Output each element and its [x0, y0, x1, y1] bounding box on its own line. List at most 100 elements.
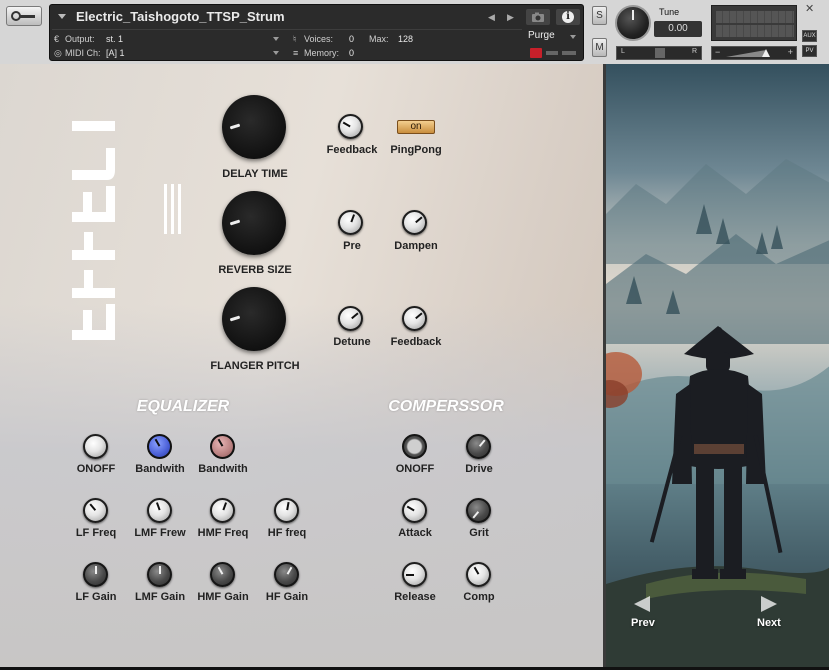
volume-slider[interactable]: − +: [711, 46, 797, 60]
delay-time-knob[interactable]: [222, 95, 286, 159]
eq-hf-freq-knob[interactable]: [274, 498, 299, 523]
next-instrument-icon[interactable]: ▶: [507, 12, 514, 23]
eq-bandwith-2-indicator: [217, 438, 224, 447]
flanger-pitch-knob[interactable]: [222, 287, 286, 351]
comp-onoff-knob[interactable]: [402, 434, 427, 459]
flanger-pitch-indicator: [229, 315, 241, 322]
instrument-header: Electric_Taishogoto_TTSP_Strum ◀ ▶ i € O…: [0, 0, 829, 64]
eq-lmf-freq-knob[interactable]: [147, 498, 172, 523]
comp-attack-indicator: [406, 505, 415, 512]
tune-value[interactable]: 0.00: [654, 21, 702, 37]
purge-indicator: [528, 47, 580, 59]
eq-lf-gain-indicator: [95, 566, 97, 574]
voices-value: 0: [349, 34, 355, 44]
comp-drive-knob[interactable]: [466, 434, 491, 459]
comp-comp-knob[interactable]: [466, 562, 491, 587]
purge-red-icon: [530, 48, 542, 58]
eq-hmf-gain-knob[interactable]: [210, 562, 235, 587]
samurai-artwork-icon: [606, 159, 829, 667]
eq-onoff-label: ONOFF: [76, 463, 116, 475]
flanger-pitch-label: FLANGER PITCH: [210, 360, 300, 372]
pv-button[interactable]: PV: [802, 45, 817, 57]
eq-hf-gain-label: HF Gain: [265, 591, 309, 603]
eq-hmf-gain-indicator: [217, 566, 224, 575]
delay-feedback-label: Feedback: [326, 144, 378, 156]
voices-label: Voices:: [304, 34, 334, 44]
info-glyph: i: [562, 11, 574, 23]
eq-lmf-gain-label: LMF Gain: [134, 591, 186, 603]
flanger-feedback-indicator: [415, 312, 423, 320]
comp-grit-indicator: [472, 511, 480, 519]
fog-background: [0, 304, 603, 667]
comp-grit-knob[interactable]: [466, 498, 491, 523]
eq-hf-freq-indicator: [286, 501, 290, 511]
solo-button[interactable]: S: [592, 6, 607, 25]
eq-lf-freq-indicator: [89, 503, 97, 511]
eq-lmf-gain-indicator: [159, 566, 161, 574]
eq-onoff-knob[interactable]: [83, 434, 108, 459]
wrench-icon[interactable]: [6, 6, 42, 26]
comp-comp-indicator: [473, 566, 480, 575]
flanger-detune-knob[interactable]: [338, 306, 363, 331]
mute-button[interactable]: M: [592, 38, 607, 57]
comp-attack-knob[interactable]: [402, 498, 427, 523]
pan-slider[interactable]: L R: [616, 46, 702, 60]
reverb-dampen-knob[interactable]: [402, 210, 427, 235]
max-value[interactable]: 128: [398, 34, 413, 44]
eq-hmf-freq-indicator: [222, 502, 228, 511]
instrument-name[interactable]: Electric_Taishogoto_TTSP_Strum: [76, 9, 285, 24]
purge-bar-1: [546, 51, 558, 55]
comp-onoff-label: ONOFF: [395, 463, 435, 475]
close-icon[interactable]: ✕: [805, 2, 814, 15]
reverb-dampen-indicator: [415, 216, 423, 224]
flanger-detune-indicator: [351, 312, 359, 320]
tune-knob[interactable]: [615, 5, 651, 41]
voices-icon: ♮: [293, 34, 297, 44]
memory-value: 0: [349, 48, 355, 58]
midi-dropdown-icon[interactable]: [273, 51, 279, 55]
reverb-size-indicator: [229, 219, 241, 226]
memory-label: Memory:: [304, 48, 340, 58]
pingpong-label: PingPong: [390, 144, 442, 156]
pingpong-toggle[interactable]: on: [397, 120, 435, 134]
prev-button[interactable]: Prev: [631, 617, 655, 629]
comp-release-knob[interactable]: [402, 562, 427, 587]
eq-bandwith-2-knob[interactable]: [210, 434, 235, 459]
output-label: Output:: [65, 34, 95, 44]
camera-icon[interactable]: [526, 9, 550, 25]
pan-center-handle[interactable]: [655, 48, 665, 58]
purge-dropdown[interactable]: Purge: [528, 30, 580, 44]
next-arrow-icon[interactable]: [761, 596, 777, 612]
output-value[interactable]: st. 1: [106, 34, 123, 44]
eq-hmf-freq-knob[interactable]: [210, 498, 235, 523]
flanger-feedback-knob[interactable]: [402, 306, 427, 331]
eq-lf-gain-knob[interactable]: [83, 562, 108, 587]
eq-hf-gain-knob[interactable]: [274, 562, 299, 587]
flanger-feedback-label: Feedback: [390, 336, 442, 348]
delay-feedback-knob[interactable]: [338, 114, 363, 139]
comp-release-label: Release: [394, 591, 436, 603]
eq-lmf-gain-knob[interactable]: [147, 562, 172, 587]
comp-attack-label: Attack: [398, 527, 432, 539]
reverb-pre-label: Pre: [343, 240, 361, 252]
meter-left-bar: [716, 11, 794, 23]
eq-bandwith-1-knob[interactable]: [147, 434, 172, 459]
eq-lmf-freq-indicator: [155, 502, 161, 511]
prev-arrow-icon[interactable]: [634, 596, 650, 612]
camera-glyph: [532, 12, 544, 22]
reverb-size-knob[interactable]: [222, 191, 286, 255]
next-button[interactable]: Next: [757, 617, 781, 629]
comp-grit-label: Grit: [469, 527, 489, 539]
volume-handle[interactable]: [762, 49, 770, 57]
midi-icon: ◎: [54, 48, 62, 58]
info-icon[interactable]: i: [556, 9, 580, 25]
aux-button[interactable]: AUX: [802, 30, 817, 42]
eq-lf-freq-knob[interactable]: [83, 498, 108, 523]
purge-dropdown-icon: [570, 35, 576, 39]
reverb-pre-knob[interactable]: [338, 210, 363, 235]
output-dropdown-icon[interactable]: [273, 37, 279, 41]
collapse-arrow-icon[interactable]: [58, 14, 66, 19]
delay-time-indicator: [229, 123, 241, 130]
midi-value[interactable]: [A] 1: [106, 48, 125, 58]
prev-instrument-icon[interactable]: ◀: [488, 12, 495, 23]
